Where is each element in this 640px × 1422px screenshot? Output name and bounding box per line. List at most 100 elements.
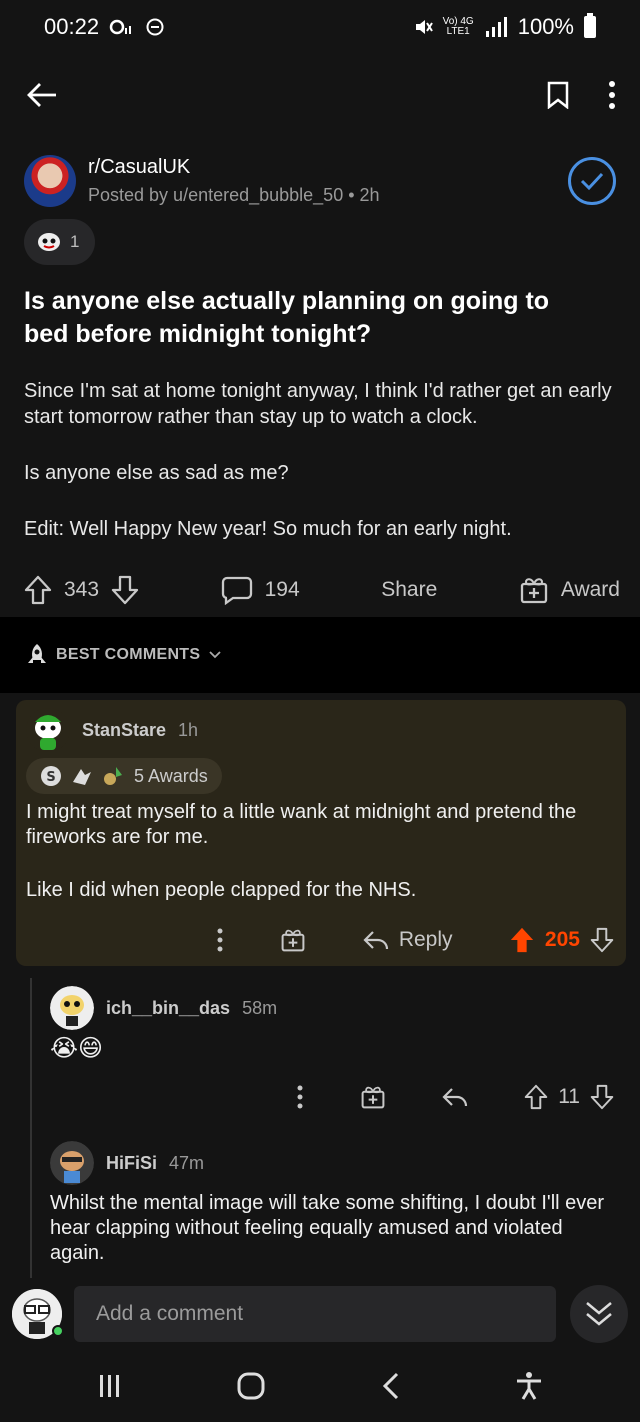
back-icon[interactable] [380, 1371, 402, 1401]
comment-input[interactable] [74, 1286, 556, 1342]
gift-icon[interactable] [280, 927, 306, 953]
award-label: Award [560, 578, 620, 601]
comment-icon [221, 576, 252, 605]
avatar[interactable] [50, 986, 94, 1030]
comment-header: HiFiSi 47m [50, 1141, 204, 1185]
status-right: Vo) 4G LTE1 100% [413, 13, 596, 40]
app-bar-actions [546, 80, 616, 110]
comment-composer [0, 1278, 640, 1350]
award-icon [38, 233, 60, 251]
reply-button[interactable]: Reply [363, 928, 453, 952]
subreddit-info: r/CasualUK Posted by u/entered_bubble_50… [88, 156, 568, 206]
vote-group: 343 [24, 575, 139, 605]
comment-username[interactable]: StanStare [82, 720, 166, 741]
post: r/CasualUK Posted by u/entered_bubble_50… [0, 135, 640, 617]
post-body: Since I'm sat at home tonight anyway, I … [24, 378, 616, 572]
accessibility-icon[interactable] [515, 1371, 543, 1401]
comment-vote: 205 [509, 926, 614, 954]
double-chevron-down-icon [586, 1302, 612, 1326]
award-icon [104, 767, 122, 785]
share-label: Share [381, 578, 438, 601]
upvote-icon[interactable] [524, 1084, 548, 1110]
downvote-icon[interactable] [590, 927, 614, 953]
sort-label: BEST COMMENTS [56, 646, 201, 663]
bookmark-icon[interactable] [546, 81, 570, 109]
network-type: Vo) 4G LTE1 [443, 17, 474, 37]
comment-score: 11 [558, 1085, 580, 1108]
rocket-icon [28, 644, 46, 663]
upvote-icon[interactable] [24, 575, 52, 605]
post-award-pill[interactable]: 1 [24, 219, 96, 265]
comment-actions: Reply 205 [216, 926, 614, 954]
downvote-icon[interactable] [590, 1084, 614, 1110]
more-vert-icon[interactable] [608, 80, 616, 110]
my-avatar[interactable] [12, 1289, 64, 1339]
app-bar [0, 60, 640, 130]
more-vert-icon[interactable] [216, 928, 224, 952]
mute-icon [415, 20, 433, 34]
avatar[interactable] [50, 1141, 94, 1185]
comment-header: StanStare 1h [26, 708, 198, 752]
comment-time: 47m [169, 1152, 205, 1173]
downvote-icon[interactable] [111, 575, 139, 605]
comment-username[interactable]: HiFiSi [106, 1153, 157, 1174]
comment-vote: 11 [524, 1084, 614, 1110]
post-body-paragraph: Since I'm sat at home tonight anyway, I … [24, 380, 612, 428]
comment-paragraph: Like I did when people clapped for the N… [26, 879, 417, 901]
award-icon [73, 769, 91, 785]
sort-dropdown[interactable]: BEST COMMENTS [26, 643, 222, 667]
gift-icon [520, 578, 547, 604]
post-body-paragraph: Is anyone else as sad as me? [24, 462, 289, 484]
comment-paragraph: I might treat myself to a little wank at… [26, 801, 577, 848]
notification-icon [109, 19, 132, 35]
avatar[interactable] [26, 708, 70, 752]
svg-text:S: S [46, 770, 55, 785]
system-nav-bar [0, 1350, 640, 1422]
comment-awards[interactable]: S 5 Awards [26, 758, 222, 794]
comment-card: HiFiSi 47m Whilst the mental image will … [40, 1135, 630, 1275]
post-header: r/CasualUK Posted by u/entered_bubble_50… [24, 153, 616, 209]
award-count: 1 [70, 232, 80, 251]
signal-icon [485, 17, 507, 37]
reply-icon[interactable] [442, 1087, 468, 1107]
battery-icon [584, 13, 596, 38]
comment-card: StanStare 1h S 5 Awards I might treat my… [16, 700, 626, 966]
comment-time: 1h [178, 719, 199, 740]
comment-username[interactable]: ich__bin__das [106, 998, 230, 1019]
joined-check-icon[interactable] [568, 157, 616, 205]
back-arrow-icon[interactable] [24, 77, 60, 113]
comment-card: ich__bin__das 58m 😭😄 11 [40, 980, 630, 1120]
gift-icon[interactable] [360, 1084, 386, 1110]
post-actions: 343 194 Share Award [24, 570, 620, 610]
battery-percent: 100% [517, 14, 574, 39]
silver-award-icon: S [41, 766, 61, 786]
posted-by[interactable]: Posted by u/entered_bubble_50 • 2h [88, 185, 568, 206]
reply-icon [363, 931, 388, 950]
status-left: 00:22 [44, 14, 165, 40]
subreddit-name[interactable]: r/CasualUK [88, 156, 568, 179]
comment-score: 205 [544, 928, 580, 951]
awards-count: 5 Awards [134, 765, 208, 786]
post-body-paragraph: Edit: Well Happy New year! So much for a… [24, 518, 512, 540]
collapse-comments-button[interactable] [570, 1285, 628, 1343]
subreddit-avatar[interactable] [24, 155, 76, 207]
clock: 00:22 [44, 14, 100, 39]
post-score: 343 [64, 578, 100, 601]
comment-actions: 11 [296, 1084, 614, 1110]
sync-icon [146, 18, 164, 36]
thread-line [30, 978, 32, 1278]
comment-header: ich__bin__das 58m [50, 986, 277, 1030]
comment-body: Whilst the mental image will take some s… [50, 1192, 605, 1264]
post-title: Is anyone else actually planning on goin… [24, 287, 550, 348]
upvote-active-icon[interactable] [509, 926, 535, 954]
comment-time: 58m [242, 997, 278, 1018]
network-sub: LTE1 [446, 26, 470, 37]
home-icon[interactable] [236, 1371, 266, 1401]
chevron-down-icon [209, 651, 221, 659]
recent-apps-icon[interactable] [97, 1373, 123, 1399]
comments-button[interactable]: 194 [221, 575, 300, 605]
comment-sort-bar: BEST COMMENTS [0, 617, 640, 693]
share-button[interactable]: Share [381, 578, 437, 602]
award-button[interactable]: Award [519, 575, 620, 605]
more-vert-icon[interactable] [296, 1085, 304, 1109]
